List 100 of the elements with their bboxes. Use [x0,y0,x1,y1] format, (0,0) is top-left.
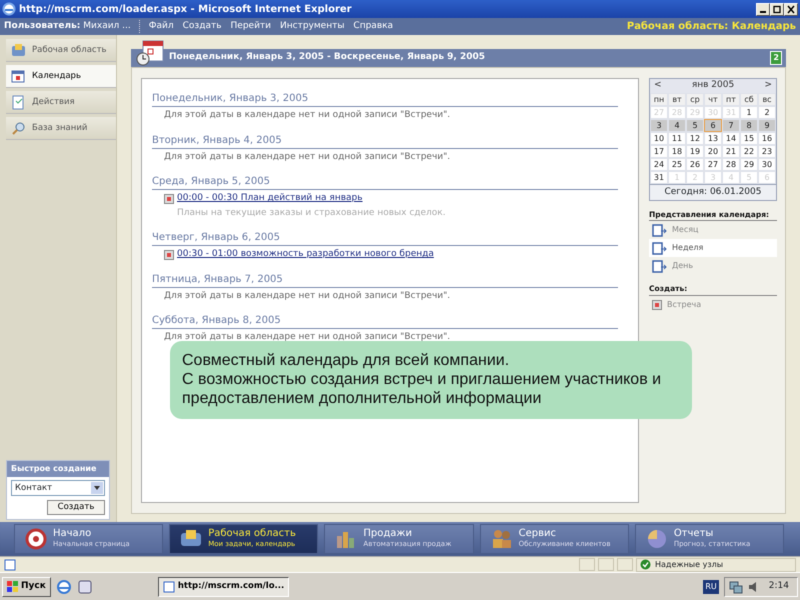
pie-chart-icon [646,528,668,550]
sidebar-item[interactable]: Действия [6,91,116,114]
calendar-day[interactable]: 12 [686,132,704,144]
search-icon [11,120,26,136]
view-item[interactable]: Неделя [649,239,777,258]
menu-item[interactable]: Создать [182,20,222,34]
calendar-day[interactable]: 7 [722,118,740,132]
weekday-label: вс [758,92,776,106]
weekday-label: пт [722,92,740,106]
calendar-day[interactable]: 17 [650,144,668,158]
calendar-day[interactable]: 23 [758,144,776,158]
nav-title: Начало [53,528,92,539]
weekday-label: чт [704,92,722,106]
calendar-day[interactable]: 10 [650,132,668,144]
calendar-day[interactable]: 3 [650,118,668,132]
weekday-label: вт [668,92,686,106]
calendar-view-icon [652,258,667,274]
taskbar-window-button[interactable]: http://mscrm.com/lo... [158,576,290,596]
calendar-day[interactable]: 29 [740,158,758,170]
desktop-icon[interactable] [76,578,93,594]
calendar-view-icon [652,222,667,238]
user-label: Пользователь: Михаил ... [4,20,140,34]
language-indicator[interactable]: RU [703,580,719,594]
calendar-day[interactable]: 25 [668,158,686,170]
appointment-link[interactable]: 00:00 - 00:30 План действий на январь [177,192,363,206]
area-title: Рабочая область: Календарь [626,20,796,34]
count-badge: 2 [770,51,782,65]
prev-month-button[interactable]: < [654,79,662,92]
calendar-icon [11,68,26,84]
calendar-day[interactable]: 11 [668,132,686,144]
minimize-icon [760,11,766,13]
calendar-day[interactable]: 19 [686,144,704,158]
status-panel [579,558,595,571]
calendar-day[interactable]: 4 [668,118,686,132]
calendar-day[interactable]: 28 [722,158,740,170]
calendar-day[interactable]: 5 [686,118,704,132]
calendar-day[interactable]: 9 [758,118,776,132]
menu-item[interactable]: Справка [353,20,394,34]
day-heading: Понедельник, Январь 3, 2005 [152,91,618,107]
weekday-label: ср [686,92,704,106]
nav-title: Продажи [363,528,413,539]
sidebar-item[interactable]: Календарь [6,65,116,88]
panel-title: Быстрое создание [7,461,109,477]
sidebar-item[interactable]: База знаний [6,117,116,140]
calendar-day[interactable]: 24 [650,158,668,170]
appointment-link[interactable]: 00:30 - 01:00 возможность разработки нового бренда [177,248,434,262]
create-button[interactable]: Создать [47,500,105,515]
nav-title: Рабочая область [208,528,296,539]
empty-message: Для этой даты в календаре нет ни одной записи "Встречи". [163,290,452,302]
empty-message: Для этой даты в календаре нет ни одной записи "Встречи". [163,150,452,164]
zone-indicator: Надежные узлы [636,558,796,572]
appointment-icon [164,194,174,204]
calendar-day[interactable]: 15 [740,132,758,144]
empty-message: Для этой даты в календаре нет ни одной записи "Встречи". [163,331,452,344]
minimize-button[interactable] [756,2,770,16]
calendar-day[interactable]: 20 [704,144,722,158]
calendar-day[interactable]: 27 [704,158,722,170]
day-heading: Вторник, Январь 4, 2005 [152,132,618,148]
check-icon [640,559,651,570]
day-heading: Четверг, Январь 6, 2005 [152,230,618,246]
calendar-day[interactable]: 14 [722,132,740,144]
menu-item[interactable]: Инструменты [280,20,344,34]
status-panel [598,558,614,571]
close-button[interactable] [784,2,798,16]
menu-item[interactable]: Перейти [230,20,272,34]
status-panel [617,558,633,571]
calendar-day[interactable]: 18 [668,144,686,158]
sidebar-item[interactable]: Рабочая область [6,39,116,62]
page-icon [162,580,175,592]
maximize-button[interactable] [770,2,784,16]
calendar-day[interactable]: 30 [758,158,776,170]
today-button[interactable]: Сегодня: 06.01.2005 [650,184,776,200]
calendar-day[interactable]: 1 [740,106,758,118]
task-icon [11,94,26,110]
calendar-day[interactable]: 26 [686,158,704,170]
network-icon[interactable] [728,580,743,594]
calendar-day[interactable]: 16 [758,132,776,144]
caret-icon [91,482,103,494]
start-button[interactable]: Пуск [2,576,51,596]
clock: 2:14 [768,580,790,593]
calendar-day[interactable]: 6 [704,118,722,132]
callout-text: С возможностью создания встреч и приглашением участников и предоставлением дополнительной информации [182,370,662,409]
next-month-button[interactable]: > [764,79,772,92]
calendar-day[interactable]: 2 [758,106,776,118]
dropdown-field[interactable]: Контакт [11,480,105,496]
appointment-icon [652,300,662,310]
maximize-icon [772,4,782,14]
nav-title: Сервис [518,528,557,539]
calendar-day[interactable]: 8 [740,118,758,132]
calendar-day[interactable]: 21 [722,144,740,158]
calendar-day[interactable]: 31 [650,170,668,184]
calendar-day[interactable]: 22 [740,144,758,158]
browser-icon [2,2,16,16]
calendar-day[interactable]: 13 [704,132,722,144]
week-title: Понедельник, Январь 3, 2005 - Воскресенье, Январь 9, 2005 [169,51,486,64]
callout-text: Совместный календарь для всей компании. [182,351,510,370]
empty-message: Для этой даты в календаре нет ни одной записи "Встречи". [163,109,452,122]
browser-icon[interactable] [56,578,72,594]
menu-item[interactable]: Файл [148,20,174,34]
calendar-view-icon [652,240,667,256]
